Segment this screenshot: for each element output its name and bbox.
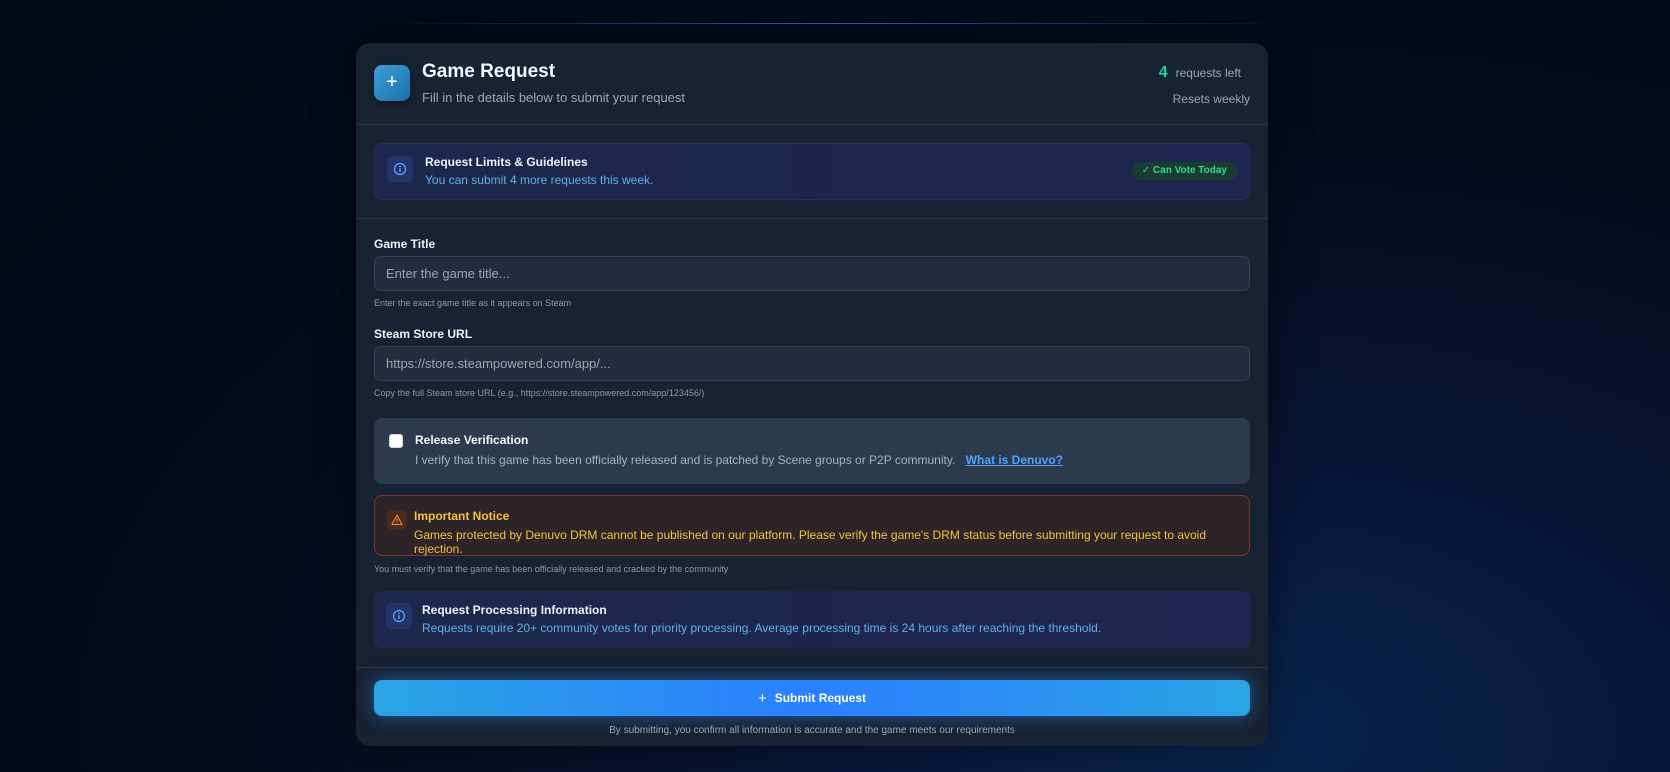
important-notice-title: Important Notice [414, 509, 510, 523]
guidelines-section: Request Limits & Guidelines You can subm… [356, 125, 1268, 219]
submit-disclaimer: By submitting, you confirm all informati… [609, 725, 1015, 736]
steam-url-hint: Copy the full Steam store URL (e.g., htt… [374, 388, 705, 398]
game-title-input[interactable] [374, 256, 1250, 291]
card-header: + Game Request Fill in the details below… [356, 43, 1268, 125]
guidelines-text: You can submit 4 more requests this week… [425, 173, 654, 187]
resets-label: Resets weekly [1172, 92, 1250, 106]
card-footer: + Submit Request By submitting, you conf… [356, 667, 1268, 746]
top-glow-line [380, 23, 1290, 24]
requests-left: 4 requests left [1159, 64, 1241, 82]
release-verification-text-row: I verify that this game has been officia… [415, 453, 1063, 467]
important-notice-text: Games protected by Denuvo DRM cannot be … [414, 528, 1207, 556]
important-notice-panel: Important Notice Games protected by Denu… [374, 495, 1250, 556]
page-title: Game Request [422, 61, 556, 82]
game-title-hint: Enter the exact game title as it appears… [374, 298, 572, 308]
steam-url-label: Steam Store URL [374, 327, 473, 341]
submit-request-label: Submit Request [774, 691, 867, 705]
steam-url-input[interactable] [374, 346, 1250, 381]
game-title-label: Game Title [374, 237, 436, 251]
check-icon: ✓ [1141, 165, 1151, 176]
submit-request-button[interactable]: + Submit Request [374, 680, 1250, 716]
plus-icon: + [374, 65, 410, 101]
requests-left-count: 4 [1158, 64, 1168, 81]
can-vote-label: Can Vote Today [1152, 165, 1227, 176]
processing-info-panel: Request Processing Information Requests … [374, 591, 1250, 648]
requests-left-label: requests left [1175, 66, 1241, 80]
page-subtitle: Fill in the details below to submit your… [422, 90, 686, 105]
processing-info-title: Request Processing Information [422, 603, 607, 617]
info-icon [387, 156, 413, 182]
release-verification-text: I verify that this game has been officia… [415, 453, 956, 467]
guidelines-title: Request Limits & Guidelines [425, 155, 588, 169]
plus-icon: + [757, 689, 767, 707]
release-verification-title: Release Verification [415, 433, 529, 447]
verification-hint: You must verify that the game has been o… [374, 564, 729, 574]
processing-info-text: Requests require 20+ community votes for… [422, 621, 1102, 635]
guidelines-panel: Request Limits & Guidelines You can subm… [374, 143, 1250, 200]
can-vote-badge: ✓ Can Vote Today [1131, 162, 1237, 180]
game-request-card: + Game Request Fill in the details below… [356, 43, 1268, 746]
release-verification-checkbox[interactable] [389, 434, 403, 448]
warning-icon [387, 510, 407, 530]
release-verification-panel: Release Verification I verify that this … [374, 418, 1250, 484]
what-is-denuvo-link[interactable]: What is Denuvo? [966, 453, 1063, 467]
info-icon [386, 603, 412, 629]
